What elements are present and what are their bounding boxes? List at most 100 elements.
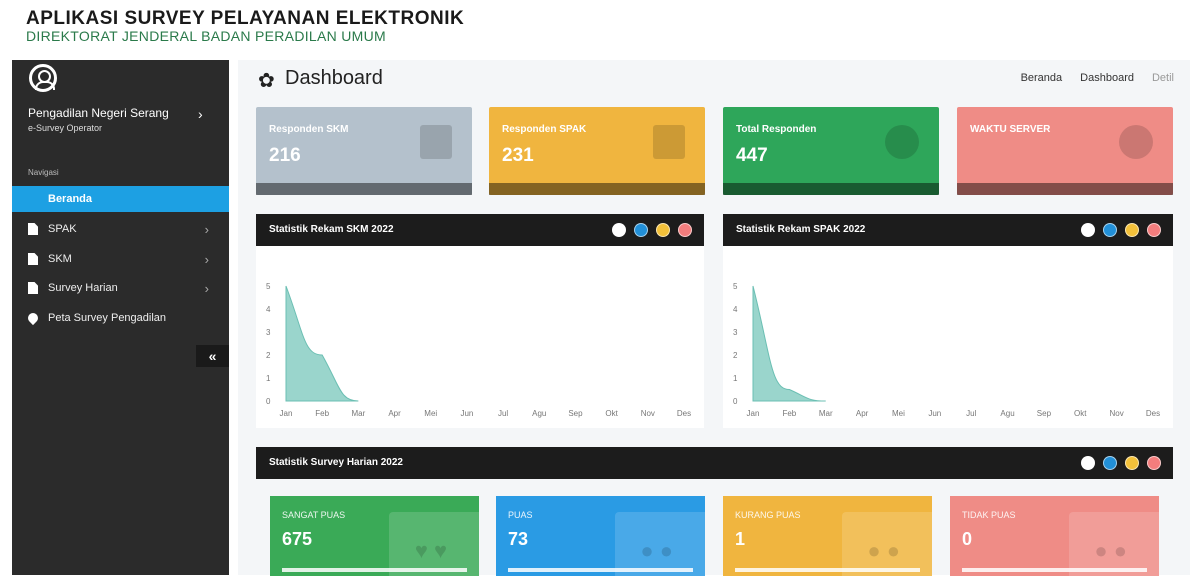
y-tick-label: 0 [266,397,271,406]
tile-label: KURANG PUAS [735,510,801,520]
breadcrumb-detil: Detil [1152,72,1174,84]
breadcrumb-dashboard[interactable]: Dashboard [1080,72,1134,84]
y-tick-label: 2 [266,351,271,360]
x-tick-label: Okt [1074,409,1087,418]
minimize-icon[interactable] [1125,223,1139,237]
y-tick-label: 2 [733,351,738,360]
x-tick-label: Des [677,409,691,418]
tile-label: SANGAT PUAS [282,510,345,520]
x-tick-label: Feb [315,409,329,418]
tile-value: 73 [508,529,528,550]
tile-label: PUAS [508,510,533,520]
tile-tidak-puas: ●● TIDAK PUAS 0 [950,496,1159,576]
refresh-icon[interactable] [612,223,626,237]
close-icon[interactable] [678,223,692,237]
user-name[interactable]: Pengadilan Negeri Serang [28,106,169,120]
y-tick-label: 3 [733,328,738,337]
tile-value: 0 [962,529,972,550]
refresh-icon[interactable] [1081,223,1095,237]
main-content: ✿ Dashboard Beranda Dashboard Detil Resp… [238,60,1190,575]
stat-footer[interactable] [723,183,939,195]
y-tick-label: 1 [266,374,271,383]
gear-icon: ✿ [258,68,275,93]
sidebar-item-label: Peta Survey Pengadilan [48,312,166,324]
close-icon[interactable] [1147,456,1161,470]
sidebar-item-label: Beranda [48,193,92,205]
sidebar-item-spak[interactable]: SPAK › [12,216,229,242]
sidebar-item-label: SPAK [48,223,77,235]
stat-value: 231 [502,145,534,167]
tile-puas: ●● PUAS 73 [496,496,705,576]
clock-icon [1119,125,1153,159]
tile-sangat-puas: ♥♥ SANGAT PUAS 675 [270,496,479,576]
x-tick-label: Sep [568,409,583,418]
x-tick-label: Agu [1000,409,1014,418]
minimize-icon[interactable] [1125,456,1139,470]
x-tick-label: Des [1146,409,1160,418]
y-tick-label: 1 [733,374,738,383]
app-subtitle: DIREKTORAT JENDERAL BADAN PERADILAN UMUM [26,28,464,44]
y-tick-label: 0 [733,397,738,406]
stat-label: Responden SKM [269,124,348,135]
stat-footer[interactable] [489,183,705,195]
file-icon [28,223,38,235]
x-tick-label: Sep [1037,409,1052,418]
file-icon [28,253,38,265]
reload-icon[interactable] [1103,223,1117,237]
panel-controls [1081,456,1161,470]
stat-label: WAKTU SERVER [970,124,1050,135]
document-icon [420,125,452,159]
sidebar-item-peta-survey[interactable]: Peta Survey Pengadilan [12,305,229,331]
stat-value: 447 [736,145,768,167]
x-tick-label: Mei [424,409,437,418]
x-tick-label: Jun [460,409,473,418]
tile-value: 1 [735,529,745,550]
x-tick-label: Nov [1110,409,1124,418]
stat-box-responden-skm: Responden SKM 216 [256,107,472,195]
minimize-icon[interactable] [656,223,670,237]
face-icon: ●● [867,538,906,564]
sidebar-item-survey-harian[interactable]: Survey Harian › [12,275,229,301]
app-header: APLIKASI SURVEY PELAYANAN ELEKTRONIK DIR… [26,8,464,44]
app-title: APLIKASI SURVEY PELAYANAN ELEKTRONIK [26,8,464,30]
x-tick-label: Okt [605,409,618,418]
chevron-right-icon[interactable]: › [198,106,203,122]
x-tick-label: Mei [892,409,905,418]
breadcrumb: Beranda Dashboard Detil [1021,72,1174,84]
sidebar-item-beranda[interactable]: Beranda [12,186,229,212]
user-avatar-icon[interactable] [29,64,57,92]
tile-progress-bar [735,568,920,572]
heart-icon: ♥♥ [415,538,453,564]
y-tick-label: 3 [266,328,271,337]
sidebar: Pengadilan Negeri Serang e-Survey Operat… [12,60,229,575]
reload-icon[interactable] [634,223,648,237]
close-icon[interactable] [1147,223,1161,237]
tile-label: TIDAK PUAS [962,510,1016,520]
file-icon [28,282,38,294]
stat-box-responden-spak: Responden SPAK 231 [489,107,705,195]
x-tick-label: Jan [280,409,293,418]
stat-footer[interactable] [256,183,472,195]
panel-header: Statistik Rekam SKM 2022 [256,214,704,246]
x-tick-label: Nov [641,409,655,418]
breadcrumb-beranda[interactable]: Beranda [1021,72,1063,84]
panel-header: Statistik Survey Harian 2022 [256,447,1173,479]
panel-header: Statistik Rekam SPAK 2022 [723,214,1173,246]
y-tick-label: 5 [733,282,738,291]
sidebar-item-label: SKM [48,253,72,265]
tile-progress-bar [508,568,693,572]
refresh-icon[interactable] [1081,456,1095,470]
stat-label: Total Responden [736,124,816,135]
x-tick-label: Agu [532,409,546,418]
face-icon: ●● [640,538,679,564]
reload-icon[interactable] [1103,456,1117,470]
sidebar-item-skm[interactable]: SKM › [12,246,229,272]
chevron-right-icon: › [205,222,209,237]
stat-value: 216 [269,145,301,167]
collapse-sidebar-button[interactable]: « [196,345,229,367]
x-tick-label: Jul [966,409,976,418]
stat-footer[interactable] [957,183,1173,195]
stat-label: Responden SPAK [502,124,586,135]
chevron-right-icon: › [205,281,209,296]
x-tick-label: Apr [388,409,401,418]
